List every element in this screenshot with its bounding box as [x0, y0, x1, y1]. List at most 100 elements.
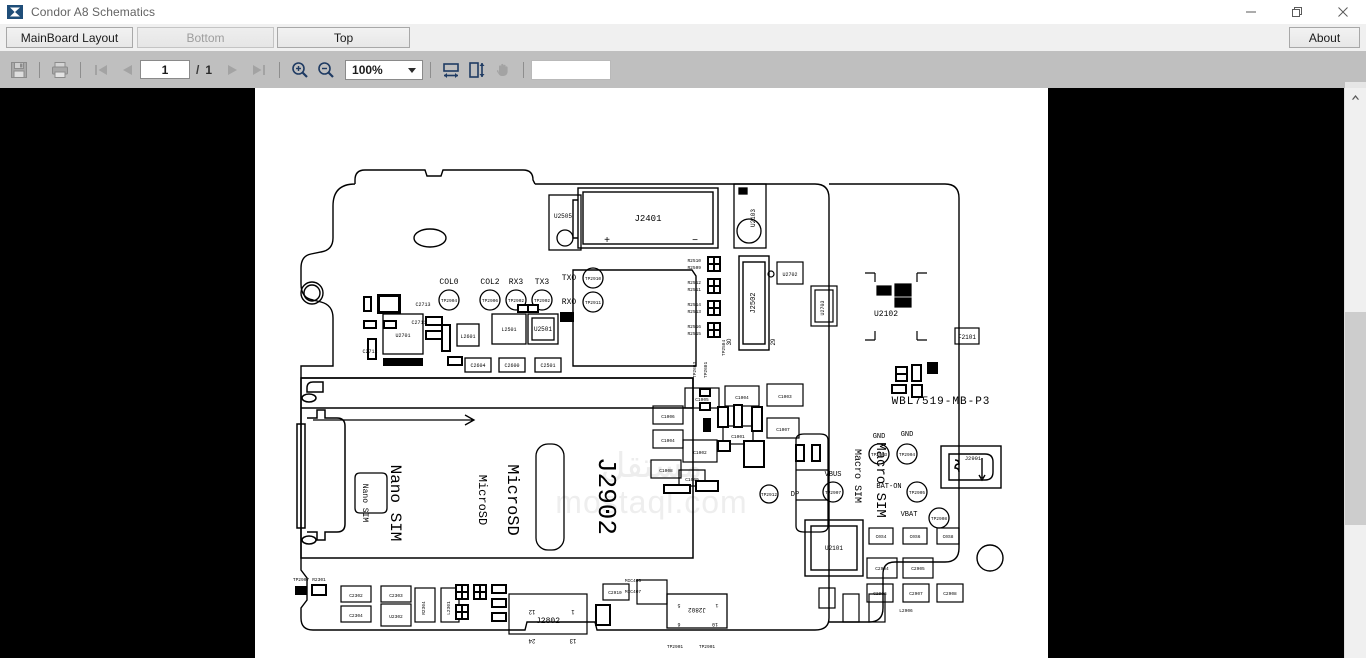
- svg-text:R2513: R2513: [687, 309, 701, 315]
- pcb-layout-drawing: J2401 + − U2505 U2103 J2502 30 29 R2510 …: [255, 88, 1048, 658]
- testpoint-label-col0: COL0: [439, 278, 458, 287]
- first-page-icon[interactable]: [88, 57, 114, 83]
- toolbar-separator-2: [80, 61, 81, 78]
- svg-text:TP2907: TP2907: [825, 490, 842, 496]
- svg-text:TP2904: TP2904: [899, 452, 916, 458]
- svg-text:C2600: C2600: [504, 363, 519, 369]
- window-controls: [1228, 0, 1366, 24]
- svg-text:MIC407: MIC407: [625, 589, 642, 595]
- save-icon[interactable]: [6, 57, 32, 83]
- svg-text:MIC406: MIC406: [625, 578, 642, 584]
- testpoint-label-txo: TXO: [562, 274, 577, 283]
- svg-text:C2907: C2907: [909, 591, 923, 597]
- scroll-up-button[interactable]: [1345, 88, 1366, 107]
- tab-mainboard-layout-label: MainBoard Layout: [20, 30, 119, 45]
- silk-label-macro-sim-small: Macro SIM: [851, 449, 862, 503]
- svg-text:R2515: R2515: [687, 331, 701, 337]
- toolbar-separator-1: [39, 61, 40, 78]
- svg-text:TP2902: TP2902: [508, 298, 525, 304]
- toolbar-separator-5: [523, 61, 525, 78]
- pin-number-12: 12: [528, 608, 535, 614]
- close-button[interactable]: [1320, 0, 1366, 24]
- svg-text:R2516: R2516: [687, 324, 701, 330]
- silk-label-u2505: U2505: [554, 213, 572, 220]
- fit-page-icon[interactable]: [464, 57, 490, 83]
- svg-text:R2304: R2304: [421, 601, 427, 615]
- silk-label-u2103: U2103: [750, 209, 757, 227]
- print-icon[interactable]: [47, 57, 73, 83]
- minimize-button[interactable]: [1228, 0, 1274, 24]
- silk-label-microsd-small: MicroSD: [475, 475, 489, 525]
- next-page-icon[interactable]: [220, 57, 246, 83]
- zoom-out-icon[interactable]: [313, 57, 339, 83]
- board-part-number: WBL7519-MB-P3: [892, 396, 991, 408]
- testpoint-label-dp: DP: [791, 491, 799, 499]
- search-input[interactable]: [531, 59, 612, 80]
- previous-page-icon[interactable]: [114, 57, 140, 83]
- vertical-scrollbar[interactable]: [1344, 88, 1366, 658]
- svg-text:C2908: C2908: [943, 591, 957, 597]
- svg-text:C1008: C1008: [659, 468, 673, 474]
- battery-negative-label: −: [692, 235, 698, 246]
- tab-bottom[interactable]: Bottom: [137, 27, 274, 48]
- last-page-icon[interactable]: [246, 57, 272, 83]
- page-number-value: 1: [161, 62, 169, 77]
- about-button-label: About: [1308, 30, 1341, 45]
- svg-text:6: 6: [677, 621, 680, 627]
- maximize-button[interactable]: [1274, 0, 1320, 24]
- about-button[interactable]: About: [1289, 27, 1360, 48]
- svg-text:TP2901: TP2901: [699, 644, 716, 650]
- svg-text:U2501: U2501: [534, 326, 552, 333]
- svg-text:C2713: C2713: [415, 302, 430, 308]
- svg-text:L2906: L2906: [899, 608, 913, 614]
- svg-text:U2302: U2302: [389, 614, 403, 620]
- svg-text:TP2906: TP2906: [482, 298, 499, 304]
- chevron-down-icon: [408, 67, 417, 73]
- silk-label-nano-sim: Nano SIM: [386, 465, 404, 542]
- svg-text:J2802: J2802: [688, 606, 706, 613]
- testpoint-label-gnd-1: GND: [873, 433, 886, 441]
- vertical-scroll-thumb[interactable]: [1345, 312, 1366, 525]
- page-number-input[interactable]: 1: [140, 60, 190, 79]
- svg-text:C0S8: C0S8: [943, 534, 954, 540]
- svg-text:C2905: C2905: [911, 566, 925, 572]
- window-title: Condor A8 Schematics: [31, 5, 156, 19]
- battery-positive-label: +: [604, 235, 610, 246]
- svg-text:C1006: C1006: [661, 414, 675, 420]
- svg-text:U2702: U2702: [782, 272, 797, 278]
- svg-text:C1002: C1002: [693, 450, 707, 456]
- tab-strip: MainBoard Layout Bottom Top About: [0, 24, 1366, 52]
- testpoint-label-vbat: VBAT: [901, 511, 918, 519]
- silk-label-j2401: J2401: [634, 214, 661, 224]
- svg-text:TP2901: TP2901: [667, 644, 684, 650]
- pan-hand-icon[interactable]: [490, 57, 516, 83]
- svg-text:C1004: C1004: [735, 395, 749, 401]
- page-total: 1: [205, 62, 213, 77]
- svg-text:U2701: U2701: [395, 333, 410, 339]
- svg-text:C1001: C1001: [731, 434, 745, 440]
- toolbar-separator-3: [279, 61, 281, 78]
- svg-text:1: 1: [715, 602, 718, 608]
- svg-text:C1003: C1003: [778, 394, 792, 400]
- silk-label-j2901: J2901: [965, 455, 982, 462]
- svg-text:J2802: J2802: [536, 617, 560, 626]
- silk-label-j2502: J2502: [750, 292, 758, 313]
- svg-text:R2514: R2514: [687, 302, 701, 308]
- svg-text:C1004: C1004: [661, 438, 675, 444]
- application-window: Condor A8 Schematics MainBoard Layout Bo…: [0, 0, 1366, 658]
- svg-text:TP2911: TP2911: [585, 300, 602, 306]
- fit-width-icon[interactable]: [438, 57, 464, 83]
- toolbar-separator-4: [430, 61, 432, 78]
- svg-text:L2501: L2501: [501, 327, 516, 333]
- tab-mainboard-layout[interactable]: MainBoard Layout: [6, 27, 133, 48]
- tab-top[interactable]: Top: [277, 27, 410, 48]
- zoom-level-dropdown[interactable]: 100%: [345, 59, 424, 80]
- app-schematics-icon: [7, 4, 23, 20]
- tab-bottom-label: Bottom: [186, 30, 225, 45]
- zoom-in-icon[interactable]: [287, 57, 313, 83]
- svg-text:R2509: R2509: [687, 265, 701, 271]
- svg-text:TP2907: TP2907: [293, 577, 310, 583]
- schematic-viewer[interactable]: مستقل mostaql.com J2401 + − U2505 U2103 …: [0, 88, 1345, 658]
- svg-text:TP2603: TP2603: [692, 361, 698, 378]
- svg-text:TP2910: TP2910: [585, 276, 602, 282]
